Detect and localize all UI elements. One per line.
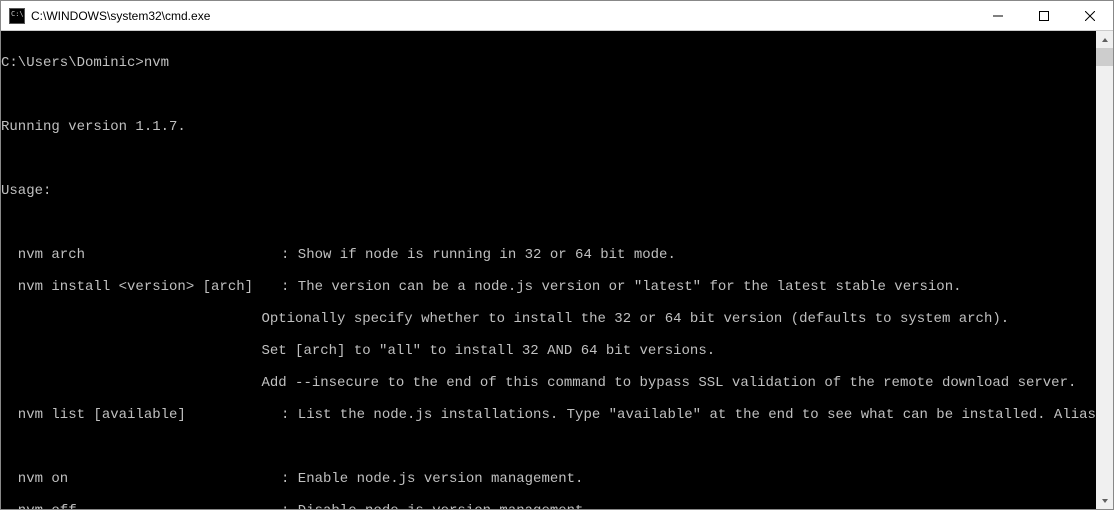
arch-desc: : Show if node is running in 32 or 64 bi…: [281, 247, 676, 263]
list-desc: : List the node.js installations. Type "…: [281, 407, 1113, 423]
output-usage-header: Usage:: [1, 183, 1113, 199]
install-cont3: Add --insecure to the end of this comman…: [1, 375, 1113, 391]
window-controls: [975, 1, 1113, 30]
output-running: Running version 1.1.7.: [1, 119, 1113, 135]
window-title: C:\WINDOWS\system32\cmd.exe: [31, 9, 975, 23]
scroll-thumb[interactable]: [1096, 48, 1113, 66]
install-desc: : The version can be a node.js version o…: [281, 279, 962, 295]
on-desc: : Enable node.js version management.: [281, 471, 583, 487]
titlebar[interactable]: C:\WINDOWS\system32\cmd.exe: [1, 1, 1113, 31]
console-body[interactable]: C:\Users\Dominic>nvm Running version 1.1…: [1, 31, 1113, 509]
cmd-icon: [9, 8, 25, 24]
cmd-window: C:\WINDOWS\system32\cmd.exe C:\Users\Dom…: [0, 0, 1114, 510]
install-cmd: nvm install <version> [arch]: [1, 279, 281, 295]
off-desc: : Disable node.js version management.: [281, 503, 592, 509]
prompt-path: C:\Users\Dominic>: [1, 55, 144, 71]
close-button[interactable]: [1067, 1, 1113, 30]
list-cmd: nvm list [available]: [1, 407, 281, 423]
off-cmd: nvm off: [1, 503, 281, 509]
vertical-scrollbar[interactable]: [1096, 31, 1113, 509]
scroll-up-button[interactable]: [1096, 31, 1113, 48]
prompt-command: nvm: [144, 55, 169, 71]
arch-cmd: nvm arch: [1, 247, 281, 263]
install-cont1: Optionally specify whether to install th…: [1, 311, 1113, 327]
maximize-button[interactable]: [1021, 1, 1067, 30]
scroll-down-button[interactable]: [1096, 492, 1113, 509]
console-output: C:\Users\Dominic>nvm Running version 1.1…: [1, 31, 1113, 509]
on-cmd: nvm on: [1, 471, 281, 487]
minimize-button[interactable]: [975, 1, 1021, 30]
install-cont2: Set [arch] to "all" to install 32 AND 64…: [1, 343, 1113, 359]
